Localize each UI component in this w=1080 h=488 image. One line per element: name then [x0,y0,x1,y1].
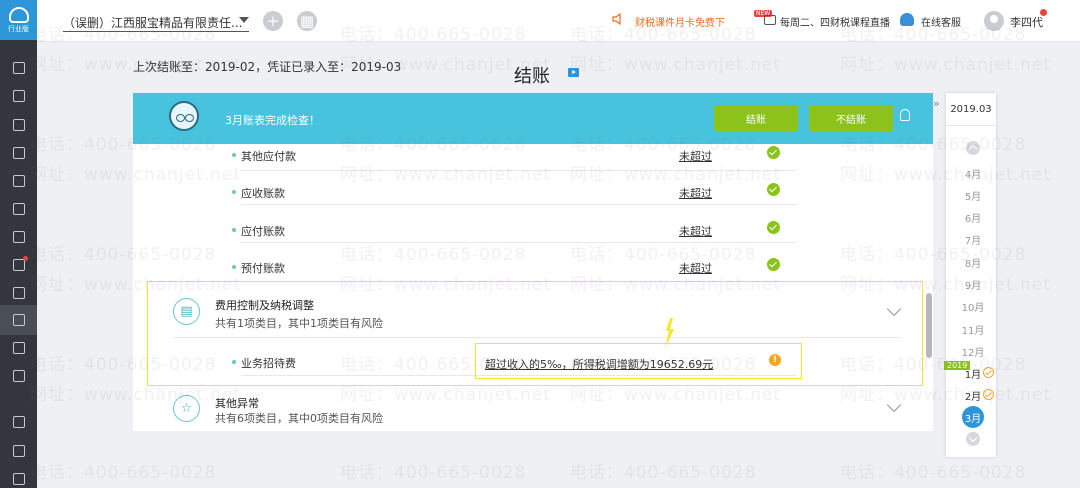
item-status[interactable]: 未超过 [679,223,712,239]
notification-dot [23,256,28,261]
highlight-box-inner [475,343,802,379]
chevron-up-icon[interactable] [966,141,980,155]
month-item[interactable]: 9月 [946,277,1000,292]
grid-icon[interactable]: ▦ [297,11,317,31]
lightbulb-icon[interactable] [900,109,910,121]
mascot-icon [169,101,199,131]
chevron-down-icon[interactable] [966,432,980,446]
month-item[interactable]: 8月 [946,255,1000,270]
edition-label: 行业版 [8,24,29,33]
item-label: 应收账款 [241,187,285,200]
item-label: 预付账款 [241,262,285,275]
nav-shield-icon[interactable] [0,333,37,363]
speaker-icon [612,13,621,25]
item-status[interactable]: 未超过 [679,148,712,164]
bullet-icon [232,153,236,157]
watermark-text: 电话：400-665-0028 [570,463,757,483]
company-underline [63,31,249,32]
closed-check-icon [983,367,994,378]
item-label: 其他应付款 [241,150,296,163]
month-item[interactable]: 6月 [946,210,1000,225]
bullet-icon [232,190,236,194]
month-item[interactable]: 7月 [946,232,1000,247]
nav-speed-icon[interactable] [0,436,37,466]
nav-book-icon[interactable] [0,464,37,488]
avatar[interactable] [984,11,1004,31]
app-logo[interactable]: 行业版 [0,0,37,40]
star-icon: ☆ [173,395,200,422]
username[interactable]: 李四代 [1010,14,1043,30]
month-item-current[interactable]: 3月 [962,406,984,428]
section-title: 其他异常 [215,397,259,410]
annotation-arrow-icon [665,318,674,348]
item-status[interactable]: 未超过 [679,185,712,201]
nav-asset-icon[interactable] [0,278,37,308]
section-subtitle: 共有6项类目，其中0项类目有风险 [215,412,383,425]
nav-video-icon[interactable] [0,407,37,437]
watermark-text: 电话：400-665-0028 [30,463,217,483]
check-icon [767,183,780,196]
nav-voucher-icon[interactable] [0,53,37,83]
row-divider [241,242,796,243]
month-item[interactable]: 11月 [946,322,1000,337]
collapse-icon[interactable]: » [933,97,945,115]
video-play-icon[interactable] [568,68,579,77]
nav-image-icon[interactable] [0,250,37,280]
tv-icon [764,15,776,25]
vertical-scrollbar[interactable] [926,293,932,358]
add-icon[interactable]: + [263,11,283,31]
watermark-text: 网址：www.chanjet.net [840,55,1052,75]
nav-report-icon[interactable] [0,138,37,168]
last-close-info: 上次结账至：2019-02，凭证已录入至：2019-03 [133,60,402,74]
item-label: 应付账款 [241,225,285,238]
month-item[interactable]: 12月 [946,344,1000,359]
not-close-books-button[interactable]: 不结账 [809,105,893,131]
month-item[interactable]: 5月 [946,188,1000,203]
bullet-icon [232,265,236,269]
chevron-down-icon[interactable] [239,17,249,23]
nav-closing-icon[interactable] [0,305,37,335]
top-bar: （误删）江西服宝精品有限责任... + ▦ 财税课件月卡免费下 NEW 每周二、… [37,0,1080,42]
check-icon [767,146,780,159]
watermark-text: 电话：400-665-0028 [840,463,1027,483]
check-icon [767,221,780,234]
promo-link[interactable]: 财税课件月卡免费下 [635,14,725,29]
close-books-button[interactable]: 结账 [714,105,798,131]
watermark-text: 电话：400-665-0028 [340,463,527,483]
row-divider [241,170,796,171]
chevron-down-icon[interactable] [886,397,902,413]
live-course-link[interactable]: 每周二、四财税课程直播 [780,14,890,29]
nav-tax-icon[interactable] [0,194,37,224]
nav-ledger-icon[interactable] [0,81,37,111]
nav-settings-icon[interactable] [0,361,37,391]
item-status[interactable]: 未超过 [679,260,712,276]
nav-bank-icon[interactable] [0,222,37,252]
nav-chart-icon[interactable] [0,110,37,140]
check-icon [767,258,780,271]
check-banner: 3月账表完成检查！ 结账 不结账 [133,93,933,144]
online-service-link[interactable]: 在线客服 [921,14,961,29]
period-rail: 2019.03 4月 5月 6月 7月 8月 9月 10月 11月 12月 20… [944,93,996,457]
current-period: 2019.03 [950,104,992,115]
left-nav: 行业版 [0,0,37,488]
nav-invoice-icon[interactable] [0,166,37,196]
cloud-logo-icon [8,6,29,23]
month-item[interactable]: 4月 [946,166,1000,181]
row-divider [241,204,796,205]
page-title: 结账 [514,66,550,87]
closed-check-icon [983,389,994,400]
banner-text: 3月账表完成检查！ [225,114,320,127]
company-selector[interactable]: （误删）江西服宝精品有限责任... [63,14,242,31]
watermark-text: 网址：www.chanjet.net [570,55,782,75]
rail-divider [946,125,996,126]
headset-icon [900,13,914,26]
bullet-icon [232,228,236,232]
month-item[interactable]: 10月 [946,299,1000,314]
